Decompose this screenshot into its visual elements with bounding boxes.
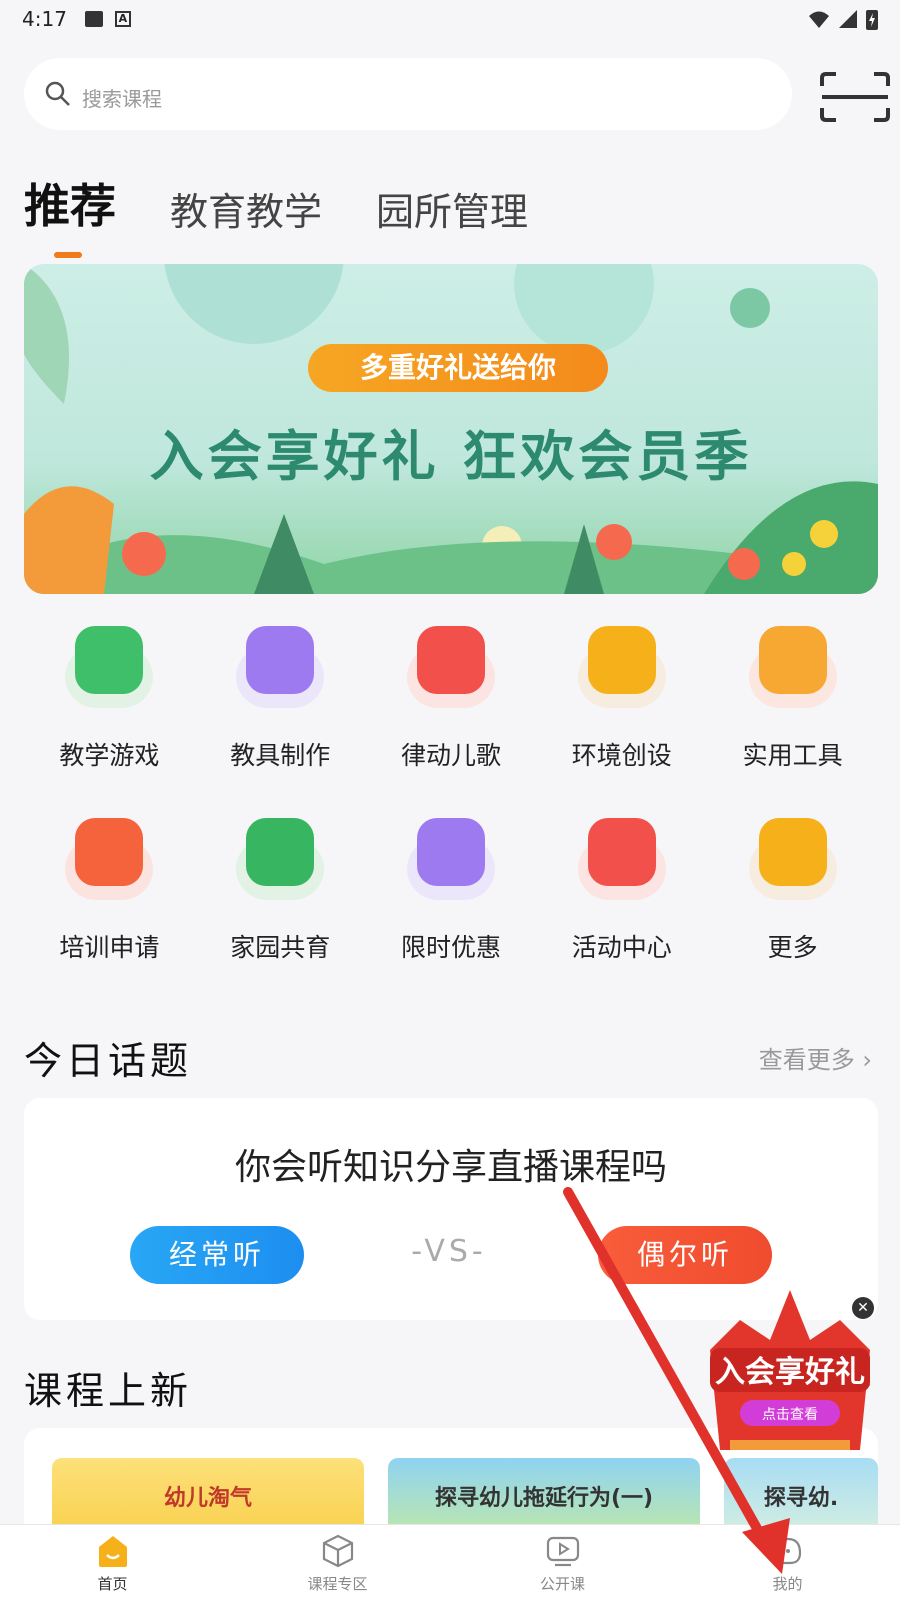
vote-occasional-button[interactable]: 偶尔听 — [598, 1226, 772, 1284]
signal-icon — [839, 10, 857, 28]
course-title: 探寻幼儿拖延行为(一) — [434, 1486, 654, 1511]
banner-pill: 多重好礼送给你 — [308, 344, 608, 392]
feature-label: 环境创设 — [571, 741, 672, 770]
topic-more-label: 查看更多 — [758, 1046, 855, 1074]
feature-label: 教学游戏 — [59, 741, 160, 770]
nav-profile[interactable]: 我的 — [675, 1525, 900, 1600]
battery-icon — [866, 10, 878, 30]
search-icon — [45, 81, 70, 106]
tab-management[interactable]: 园所管理 — [376, 181, 528, 236]
topic-question: 你会听知识分享直播课程吗 — [234, 1147, 667, 1188]
nav-label: 公开课 — [539, 1575, 585, 1593]
status-time: 4:17 — [22, 7, 67, 31]
feature-item[interactable]: 教学游戏 — [24, 620, 195, 772]
topic-more-link[interactable]: 查看更多 › — [759, 1040, 872, 1075]
feature-item[interactable]: 实用工具 — [707, 620, 878, 772]
course-title: 探寻幼. — [763, 1486, 839, 1511]
close-icon[interactable]: ✕ — [852, 1297, 874, 1319]
lightbulb-icon — [574, 620, 670, 716]
feature-item[interactable]: 家园共育 — [195, 812, 366, 964]
bottom-nav: 首页 课程专区 公开课 我的 — [0, 1524, 900, 1600]
feature-item[interactable]: 培训申请 — [24, 812, 195, 964]
house-icon — [232, 812, 328, 908]
status-bar: 4:17 A — [0, 0, 900, 38]
feature-label: 活动中心 — [571, 933, 672, 962]
nav-open-class[interactable]: 公开课 — [450, 1525, 675, 1600]
feature-item[interactable]: 教具制作 — [195, 620, 366, 772]
chevron-right-icon: › — [862, 1046, 872, 1074]
feature-label: 家园共育 — [230, 933, 331, 962]
a-notification-icon: A — [114, 11, 131, 27]
promo-banner[interactable]: 多重好礼送给你 入会享好礼 狂欢会员季 — [24, 264, 878, 594]
feature-item[interactable]: 活动中心 — [536, 812, 707, 964]
search-placeholder: 搜索课程 — [82, 86, 162, 111]
alarm-clock-icon — [403, 812, 499, 908]
vip-float-text: 入会享好礼 — [715, 1355, 865, 1390]
image-notification-icon — [84, 11, 103, 27]
nav-label: 首页 — [97, 1575, 128, 1593]
home-icon — [98, 1536, 127, 1567]
nav-home[interactable]: 首页 — [0, 1525, 225, 1600]
feature-label: 实用工具 — [742, 741, 843, 770]
vote-often-button[interactable]: 经常听 — [130, 1226, 304, 1284]
vs-label: -VS- — [411, 1234, 487, 1269]
topic-card: 你会听知识分享直播课程吗 经常听 -VS- 偶尔听 — [24, 1098, 878, 1320]
feature-label: 更多 — [767, 933, 818, 962]
feature-label: 律动儿歌 — [400, 741, 501, 770]
feature-item[interactable]: 限时优惠 — [366, 812, 537, 964]
course-thumbnail[interactable]: 探寻幼儿拖延行为(一) — [388, 1458, 700, 1528]
nav-label: 我的 — [772, 1575, 803, 1593]
feature-item[interactable]: 环境创设 — [536, 620, 707, 772]
cube-icon — [322, 1534, 353, 1568]
banner-headline: 入会享好礼 狂欢会员季 — [149, 425, 753, 488]
search-bar[interactable]: 搜索课程 — [24, 58, 792, 130]
scan-icon[interactable] — [818, 72, 892, 122]
tab-education[interactable]: 教育教学 — [170, 181, 322, 236]
gift-icon — [574, 812, 670, 908]
feature-item[interactable]: 更多 — [707, 812, 878, 964]
wifi-icon — [809, 11, 829, 28]
play-icon — [546, 1536, 579, 1567]
profile-icon — [774, 1537, 801, 1565]
nav-courses[interactable]: 课程专区 — [225, 1525, 450, 1600]
feature-label: 限时优惠 — [400, 933, 501, 962]
leaf-game-icon — [61, 620, 157, 716]
more-blocks-icon — [745, 812, 841, 908]
tab-recommend[interactable]: 推荐 — [24, 170, 116, 258]
nav-label: 课程专区 — [307, 1575, 368, 1593]
radio-icon — [403, 620, 499, 716]
feature-item[interactable]: 律动儿歌 — [366, 620, 537, 772]
vip-float-sub: 点击查看 — [762, 1407, 818, 1423]
topic-section-title: 今日话题 — [24, 1039, 193, 1083]
scissors-icon — [232, 620, 328, 716]
course-title: 幼儿淘气 — [163, 1486, 252, 1511]
category-tabs: 推荐 教育教学 园所管理 — [24, 170, 528, 258]
feature-label: 培训申请 — [59, 933, 160, 962]
courses-section-title: 课程上新 — [24, 1369, 193, 1413]
ruler-pencil-icon — [745, 620, 841, 716]
feature-grid: 教学游戏 教具制作 律动儿歌 环境创设 实用工具培训申请 家园共育 限时优惠 活动中心 更多 — [24, 620, 878, 964]
course-thumbnail[interactable]: 幼儿淘气 — [52, 1458, 364, 1528]
training-board-icon — [61, 812, 157, 908]
feature-label: 教具制作 — [230, 741, 331, 770]
course-thumbnail[interactable]: 探寻幼. — [724, 1458, 878, 1528]
